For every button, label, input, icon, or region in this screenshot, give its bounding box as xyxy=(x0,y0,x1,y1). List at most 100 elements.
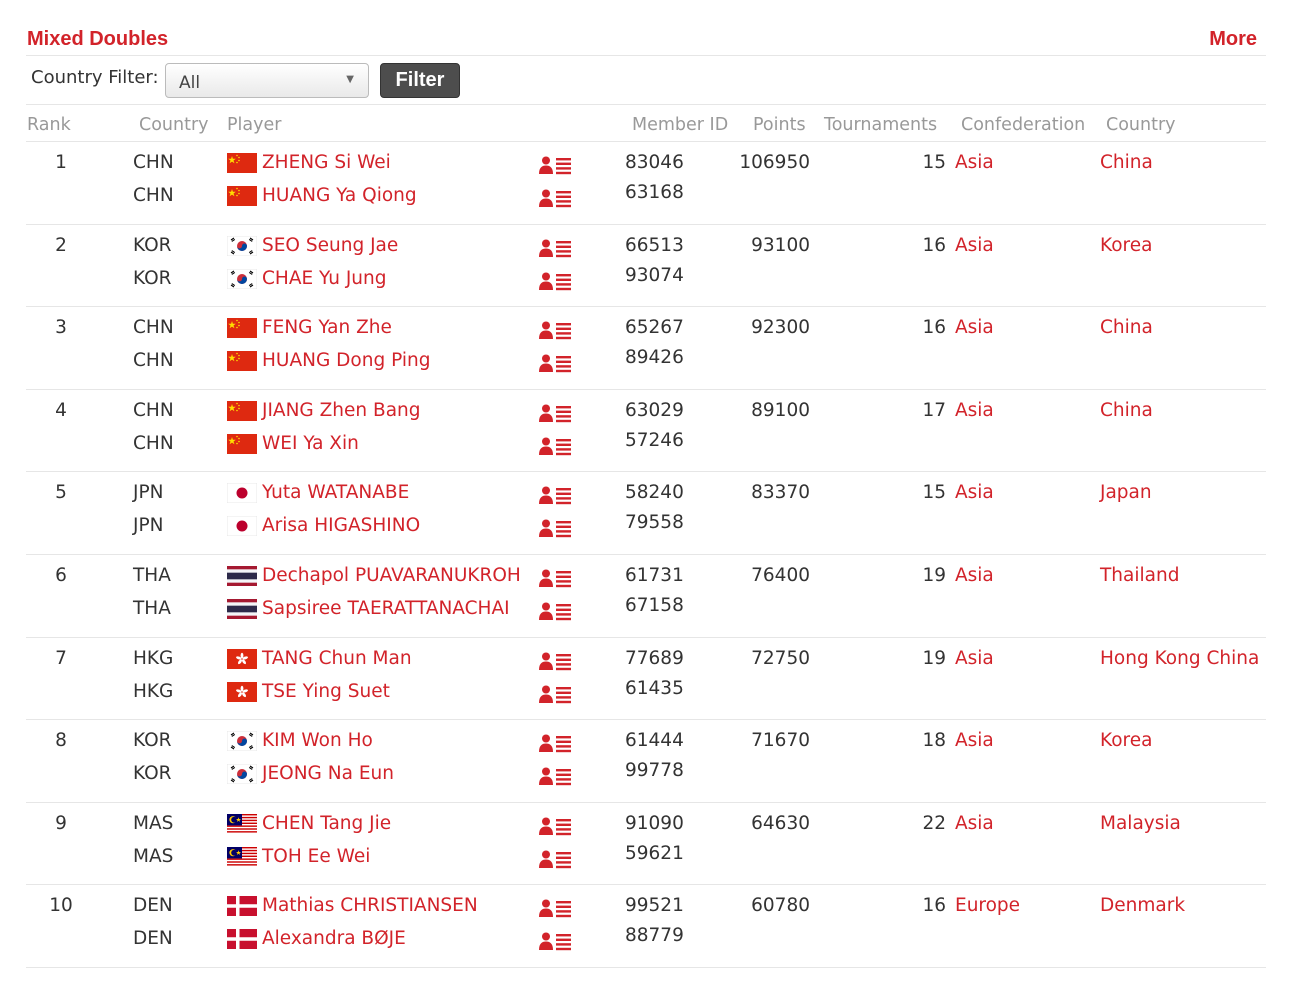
column-header-country-code: Country xyxy=(139,115,209,135)
player-profile-icon[interactable] xyxy=(538,154,572,176)
player-profile-icon[interactable] xyxy=(538,567,572,589)
member-id: 99521 xyxy=(625,895,684,917)
member-id: 61444 xyxy=(625,730,684,752)
player-country-code: KOR xyxy=(133,730,172,752)
points-cell: 83370 xyxy=(751,482,810,504)
player-country-code: MAS xyxy=(133,812,174,834)
confederation-link[interactable]: Asia xyxy=(955,400,994,422)
chevron-down-icon: ▼ xyxy=(346,74,354,85)
confederation-link[interactable]: Asia xyxy=(955,152,994,174)
hkg-flag-icon xyxy=(227,648,257,669)
member-id: 61435 xyxy=(625,677,684,699)
player-name-link[interactable]: HUANG Dong Ping xyxy=(262,350,430,372)
player-profile-icon[interactable] xyxy=(538,815,572,837)
member-id: 61731 xyxy=(625,564,684,586)
chn-flag-icon xyxy=(227,318,257,339)
country-link[interactable]: Korea xyxy=(1100,235,1152,257)
rank-cell: 2 xyxy=(55,234,67,256)
player-country-code: HKG xyxy=(133,647,174,669)
kor-flag-icon xyxy=(227,731,257,752)
player-profile-icon[interactable] xyxy=(538,897,572,919)
country-link[interactable]: Thailand xyxy=(1100,565,1179,587)
confederation-link[interactable]: Asia xyxy=(955,565,994,587)
player-name-link[interactable]: CHEN Tang Jie xyxy=(262,813,391,835)
player-profile-icon[interactable] xyxy=(538,732,572,754)
player-name-link[interactable]: ZHENG Si Wei xyxy=(262,152,391,174)
points-cell: 93100 xyxy=(751,234,810,256)
country-filter-select[interactable]: All ▼ xyxy=(165,63,369,98)
filter-button[interactable]: Filter xyxy=(380,63,460,98)
player-country-code: HKG xyxy=(133,680,174,702)
country-link[interactable]: Korea xyxy=(1100,730,1152,752)
country-link[interactable]: China xyxy=(1100,152,1153,174)
player-profile-icon[interactable] xyxy=(538,237,572,259)
rank-cell: 5 xyxy=(55,482,67,504)
player-name-link[interactable]: Dechapol PUAVARANUKROH xyxy=(262,565,521,587)
player-name-link[interactable]: KIM Won Ho xyxy=(262,730,373,752)
player-profile-icon[interactable] xyxy=(538,650,572,672)
member-id: 65267 xyxy=(625,317,684,339)
player-name-link[interactable]: WEI Ya Xin xyxy=(262,433,359,455)
player-profile-icon[interactable] xyxy=(538,683,572,705)
member-id: 91090 xyxy=(625,812,684,834)
confederation-link[interactable]: Asia xyxy=(955,648,994,670)
player-profile-icon[interactable] xyxy=(538,435,572,457)
player-profile-icon[interactable] xyxy=(538,600,572,622)
player-name-link[interactable]: Alexandra BØJE xyxy=(262,928,406,950)
player-name-link[interactable]: CHAE Yu Jung xyxy=(262,268,387,290)
player-country-code: KOR xyxy=(133,234,172,256)
country-filter-label: Country Filter: xyxy=(31,67,159,88)
player-country-code: MAS xyxy=(133,845,174,867)
player-name-link[interactable]: Arisa HIGASHINO xyxy=(262,515,420,537)
den-flag-icon xyxy=(227,929,257,950)
player-name-link[interactable]: Mathias CHRISTIANSEN xyxy=(262,895,478,917)
tournaments-cell: 18 xyxy=(922,730,946,752)
confederation-link[interactable]: Asia xyxy=(955,317,994,339)
player-name-link[interactable]: SEO Seung Jae xyxy=(262,235,398,257)
chn-flag-icon xyxy=(227,186,257,206)
member-id: 79558 xyxy=(625,512,684,534)
player-name-link[interactable]: JIANG Zhen Bang xyxy=(262,400,421,422)
player-profile-icon[interactable] xyxy=(538,187,572,209)
confederation-link[interactable]: Asia xyxy=(955,813,994,835)
country-link[interactable]: Japan xyxy=(1100,482,1152,504)
player-profile-icon[interactable] xyxy=(538,319,572,341)
rankings-table: 1 CHN ZHENG Si Wei 83046 CHN HUANG Ya Qiong 63… xyxy=(26,142,1266,968)
player-profile-icon[interactable] xyxy=(538,402,572,424)
column-header-confederation: Confederation xyxy=(961,115,1086,135)
table-row: 8 KOR KIM Won Ho 61444 KOR JEONG Na Eun 99778 7… xyxy=(26,720,1266,803)
player-country-code: CHN xyxy=(133,350,174,372)
player-name-link[interactable]: TANG Chun Man xyxy=(262,648,412,670)
member-id: 88779 xyxy=(625,925,684,947)
player-profile-icon[interactable] xyxy=(538,765,572,787)
player-name-link[interactable]: TOH Ee Wei xyxy=(262,846,370,868)
confederation-link[interactable]: Asia xyxy=(955,730,994,752)
country-link[interactable]: China xyxy=(1100,400,1153,422)
player-name-link[interactable]: Sapsiree TAERATTANACHAI xyxy=(262,598,510,620)
player-profile-icon[interactable] xyxy=(538,517,572,539)
player-profile-icon[interactable] xyxy=(538,270,572,292)
player-profile-icon[interactable] xyxy=(538,484,572,506)
player-name-link[interactable]: TSE Ying Suet xyxy=(262,681,390,703)
country-link[interactable]: Hong Kong China xyxy=(1100,648,1259,670)
player-name-link[interactable]: Yuta WATANABE xyxy=(262,482,409,504)
player-profile-icon[interactable] xyxy=(538,848,572,870)
member-id: 57246 xyxy=(625,429,684,451)
confederation-link[interactable]: Asia xyxy=(955,482,994,504)
player-profile-icon[interactable] xyxy=(538,930,572,952)
player-name-link[interactable]: HUANG Ya Qiong xyxy=(262,185,417,207)
table-header: Rank Country Player Member ID Points Tou… xyxy=(26,106,1266,142)
table-row: 5 JPN Yuta WATANABE 58240 JPN Arisa HIGASHINO… xyxy=(26,472,1266,555)
rank-cell: 10 xyxy=(49,895,73,917)
country-link[interactable]: China xyxy=(1100,317,1153,339)
confederation-link[interactable]: Europe xyxy=(955,895,1020,917)
more-link[interactable]: More xyxy=(1209,28,1257,51)
player-name-link[interactable]: JEONG Na Eun xyxy=(262,763,394,785)
country-link[interactable]: Denmark xyxy=(1100,895,1185,917)
country-link[interactable]: Malaysia xyxy=(1100,813,1181,835)
member-id: 67158 xyxy=(625,594,684,616)
player-name-link[interactable]: FENG Yan Zhe xyxy=(262,317,392,339)
player-profile-icon[interactable] xyxy=(538,352,572,374)
confederation-link[interactable]: Asia xyxy=(955,235,994,257)
member-id: 89426 xyxy=(625,347,684,369)
